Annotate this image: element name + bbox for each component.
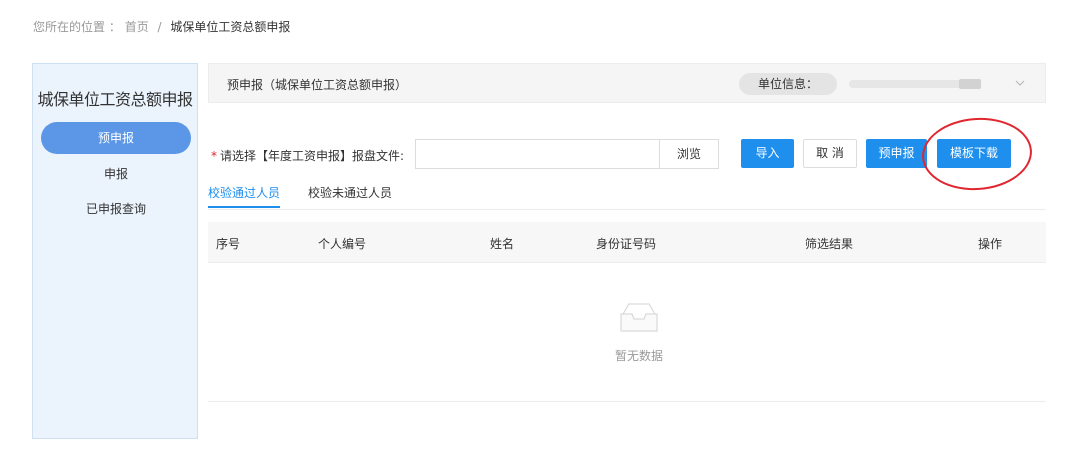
column-header-index: 序号 — [216, 237, 241, 251]
required-mark: * — [211, 149, 217, 163]
unit-info-label: 单位信息： — [739, 73, 837, 95]
column-header-id-card: 身份证号码 — [596, 237, 657, 251]
breadcrumb-current: 城保单位工资总额申报 — [170, 20, 291, 34]
import-button[interactable]: 导入 — [741, 139, 794, 168]
breadcrumb-separator: / — [157, 20, 162, 34]
pre-declare-button[interactable]: 预申报 — [866, 139, 927, 168]
breadcrumb-colon: ： — [108, 20, 121, 34]
tab-passed[interactable]: 校验通过人员 — [208, 184, 280, 201]
unit-info-select[interactable] — [841, 73, 1037, 95]
panel-title: 预申报（城保单位工资总额申报） — [227, 78, 408, 92]
sidebar-title: 城保单位工资总额申报 — [37, 90, 193, 109]
tab-active-indicator — [208, 206, 280, 208]
table-bottom-border — [208, 401, 1046, 402]
unit-info-redacted — [849, 80, 969, 88]
column-header-personal-id: 个人编号 — [318, 237, 367, 251]
column-header-screen-result: 筛选结果 — [805, 237, 854, 251]
breadcrumb-prefix: 您所在的位置 — [33, 20, 106, 34]
browse-button[interactable]: 浏览 — [659, 139, 719, 169]
upload-file-label-text: 请选择【年度工资申报】报盘文件: — [220, 149, 405, 163]
sidebar: 城保单位工资总额申报 预申报 申报 已申报查询 — [32, 63, 198, 439]
table-header: 序号 个人编号 姓名 身份证号码 筛选结果 操作 — [208, 222, 1046, 263]
template-download-button[interactable]: 模板下载 — [937, 139, 1011, 168]
upload-file-input[interactable] — [415, 139, 660, 169]
panel-header: 预申报（城保单位工资总额申报） 单位信息： — [208, 63, 1046, 103]
tab-failed[interactable]: 校验未通过人员 — [308, 184, 392, 201]
upload-file-label: * 请选择【年度工资申报】报盘文件: — [211, 147, 404, 164]
empty-inbox-icon — [618, 302, 660, 334]
empty-state-text: 暂无数据 — [614, 349, 663, 363]
unit-info-redacted-block — [959, 79, 981, 89]
result-tabs: 校验通过人员 校验未通过人员 — [208, 180, 1046, 210]
sidebar-item-declared-query[interactable]: 已申报查询 — [41, 193, 191, 225]
column-header-name: 姓名 — [490, 237, 515, 251]
breadcrumb: 您所在的位置 ： 首页 / 城保单位工资总额申报 — [33, 18, 290, 35]
breadcrumb-home-link[interactable]: 首页 — [125, 20, 149, 34]
sidebar-item-pre-declare[interactable]: 预申报 — [41, 122, 191, 154]
chevron-down-icon[interactable] — [1015, 75, 1025, 94]
cancel-button[interactable]: 取 消 — [803, 139, 857, 168]
column-header-actions: 操作 — [978, 237, 1003, 251]
sidebar-item-declare[interactable]: 申报 — [41, 158, 191, 190]
